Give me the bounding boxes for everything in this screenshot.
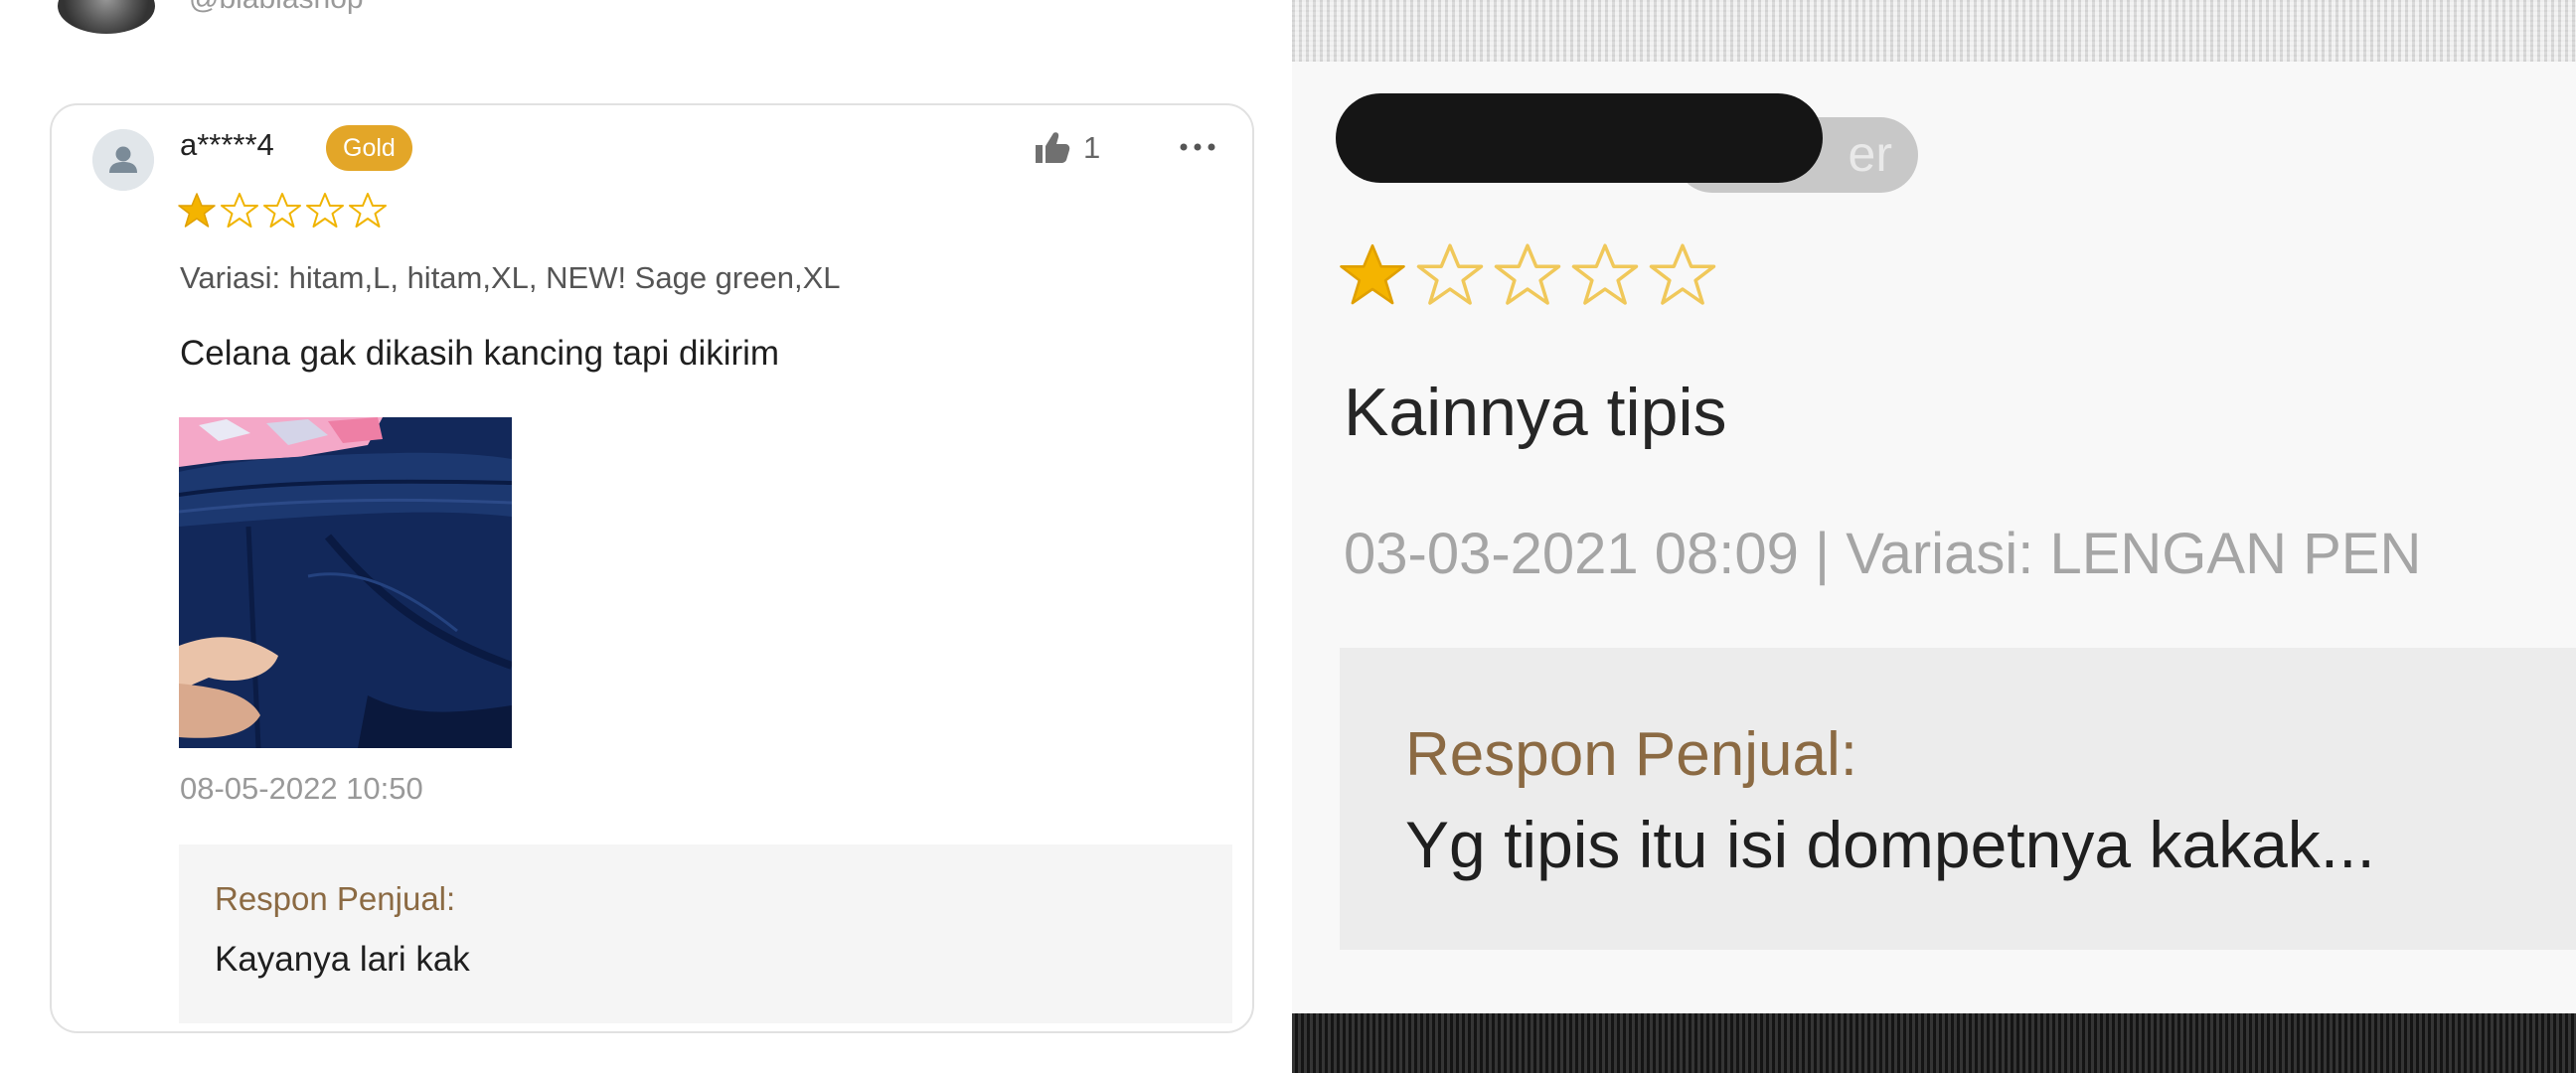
star-outline-icon bbox=[1493, 240, 1562, 310]
star-rating bbox=[177, 191, 388, 230]
more-options-button[interactable] bbox=[1175, 127, 1220, 167]
review-comment: Celana gak dikasih kancing tapi dikirim bbox=[180, 334, 780, 373]
seller-response-label: Respon Penjual: bbox=[1405, 720, 1857, 789]
review-card: a*****4 Gold 1 Variasi: hitam,L, hitam,X… bbox=[50, 103, 1254, 1033]
star-outline-icon bbox=[348, 191, 388, 230]
star-outline-icon bbox=[262, 191, 302, 230]
like-button[interactable]: 1 bbox=[1032, 121, 1100, 175]
bottom-strip bbox=[1292, 1013, 2576, 1073]
star-rating bbox=[1338, 240, 1717, 310]
star-outline-icon bbox=[1648, 240, 1717, 310]
star-outline-icon bbox=[305, 191, 345, 230]
user-placeholder-icon bbox=[92, 129, 154, 191]
reviewer-name[interactable]: a*****4 bbox=[180, 127, 274, 163]
star-filled-icon bbox=[177, 191, 217, 230]
more-horizontal-icon bbox=[1178, 141, 1217, 153]
star-outline-icon bbox=[1415, 240, 1485, 310]
star-outline-icon bbox=[1570, 240, 1640, 310]
membership-badge: Gold bbox=[326, 125, 412, 171]
shop-avatar[interactable] bbox=[58, 0, 155, 34]
badge-partial-text: er bbox=[1848, 126, 1892, 182]
seller-response-text: Yg tipis itu isi dompetnya kakak... bbox=[1405, 808, 2375, 881]
seller-response-box: Respon Penjual: Kayanya lari kak bbox=[179, 844, 1232, 1023]
shop-handle[interactable]: @blablashop bbox=[189, 0, 364, 16]
seller-response-label: Respon Penjual: bbox=[215, 880, 456, 917]
review-comment: Kainnya tipis bbox=[1344, 375, 1727, 450]
redaction-bar bbox=[1336, 93, 1823, 183]
screenshot-canvas: @blablashop a*****4 Gold 1 bbox=[0, 0, 2576, 1073]
star-filled-icon bbox=[1338, 240, 1407, 310]
thumbs-up-icon bbox=[1032, 127, 1073, 169]
seller-response-box: Respon Penjual: Yg tipis itu isi dompetn… bbox=[1340, 648, 2576, 950]
review-photo[interactable] bbox=[179, 417, 512, 748]
review-timestamp: 08-05-2022 10:50 bbox=[180, 771, 423, 806]
variation-text: Variasi: hitam,L, hitam,XL, NEW! Sage gr… bbox=[180, 260, 841, 295]
seller-response-text: Kayanya lari kak bbox=[215, 940, 470, 979]
like-count: 1 bbox=[1083, 130, 1101, 165]
star-outline-icon bbox=[220, 191, 259, 230]
right-review-panel: er Kainnya tipis 03-03-2021 08:09 | Vari… bbox=[1292, 0, 2576, 1073]
left-review-panel: @blablashop a*****4 Gold 1 bbox=[0, 0, 1292, 1073]
review-meta: 03-03-2021 08:09 | Variasi: LENGAN PEN bbox=[1344, 522, 2422, 586]
noise-strip bbox=[1292, 0, 2576, 62]
